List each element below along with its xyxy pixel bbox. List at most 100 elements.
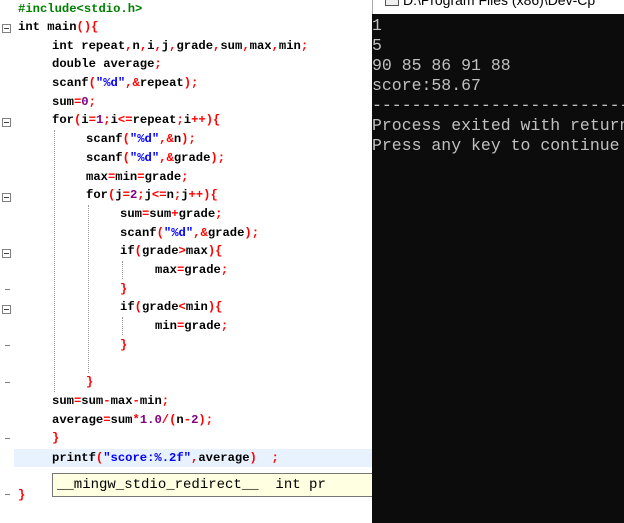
console-titlebar[interactable]: D:\Program Files (x86)\Dev-Cp [372,0,624,14]
token: average [52,413,104,427]
fold-end-marker [5,438,10,439]
token: scanf [120,226,157,240]
fold-minus-icon[interactable] [2,305,11,314]
token: = [103,413,111,427]
token: ; [220,263,229,277]
token: ; [300,39,309,53]
token: sum [81,394,104,408]
fold-minus-icon[interactable] [2,193,11,202]
token: max [155,263,177,277]
token: int [52,39,74,53]
fold-minus-icon[interactable] [2,24,11,33]
fold-end-marker [5,345,10,346]
token: ){ [207,244,223,258]
code-line-6: sum=0; [52,93,96,111]
token: ,& [125,76,140,90]
token: ); [183,76,199,90]
code-line-16: } [120,280,127,298]
token: "%d" [95,76,126,90]
token: } [86,375,94,389]
token: "score:%.2f" [103,451,191,465]
token: ( [134,300,142,314]
token: = [122,188,130,202]
code-line-9: scanf("%d",&grade); [86,149,225,167]
token: min [278,39,301,53]
code-hint-tooltip: __mingw_stdio_redirect__ int pr [52,473,372,497]
fold-end-marker [5,382,10,383]
token: grade [141,244,179,258]
token: ; [154,57,162,71]
token: if [120,244,135,258]
console-window[interactable]: D:\Program Files (x86)\Dev-Cp 1 5 90 85 … [372,0,624,523]
fold-minus-icon[interactable] [2,249,11,258]
token: for [86,188,108,202]
token: "%d" [129,132,160,146]
token: "%d" [163,226,194,240]
token: j [115,188,123,202]
code-editor[interactable]: #include<stdio.h> int main(){ int repeat… [0,0,372,523]
token: ; [88,95,96,109]
token: ( [122,151,130,165]
console-line: Press any key to continue [372,136,620,155]
token: grade [141,300,179,314]
console-line: 1 [372,16,382,35]
token: } [52,431,60,445]
console-window-icon [385,0,399,6]
code-line-24: printf("score:%.2f",average) ; [52,449,279,467]
token: ); [210,151,226,165]
token: ; [220,319,229,333]
token: max [249,39,272,53]
token: , [271,39,279,53]
code-line-8: scanf("%d",&n); [86,130,196,148]
code-line-15: max=grade; [155,261,228,279]
token: scanf [86,132,123,146]
token: ); [244,226,260,240]
token: j [181,188,189,202]
console-line: 90 85 86 91 88 [372,56,511,75]
token: for [52,113,74,127]
token: "%d" [129,151,160,165]
token: main [39,20,77,34]
indent-guide [88,205,89,373]
code-line-22: average=sum*1.0/(n-2); [52,411,213,429]
code-line-18: min=grade; [155,317,228,335]
token: min [139,394,162,408]
token: ; [181,170,189,184]
console-line: Process exited with return [372,116,624,135]
fold-end-marker [5,494,10,495]
code-line-12: sum=sum+grade; [120,205,222,223]
token: max [110,394,133,408]
token: 0 [81,95,89,109]
token: } [120,282,128,296]
code-line-23: } [52,429,59,447]
token: ,& [193,226,208,240]
code-line-4: double average; [52,55,162,73]
token: if [120,300,135,314]
token: grade [176,39,214,53]
code-line-14: if(grade>max){ [120,242,222,260]
token: sum [52,95,74,109]
token: ; [103,113,111,127]
token: - [103,394,111,408]
token: repeat [139,76,184,90]
code-line-1: #include<stdio.h> [18,0,142,18]
token: ; [215,207,223,221]
token: scanf [86,151,123,165]
token: grade [207,226,245,240]
code-line-5: scanf("%d",&repeat); [52,74,198,92]
fold-minus-icon[interactable] [2,118,11,127]
token: < [178,300,186,314]
token: sum [52,394,74,408]
token: max [86,170,108,184]
token: ++){ [188,188,218,202]
token: n [176,413,184,427]
token: j [144,188,152,202]
code-line-20: } [86,373,93,391]
token: repeat [73,39,126,53]
token: ); [198,413,214,427]
code-line-3: int repeat,n,i,j,grade,sum,max,min; [52,37,308,55]
token: ) ; [249,451,279,465]
console-line: -------------------------------- [372,96,624,115]
token: double [52,57,96,71]
token: n [166,188,174,202]
